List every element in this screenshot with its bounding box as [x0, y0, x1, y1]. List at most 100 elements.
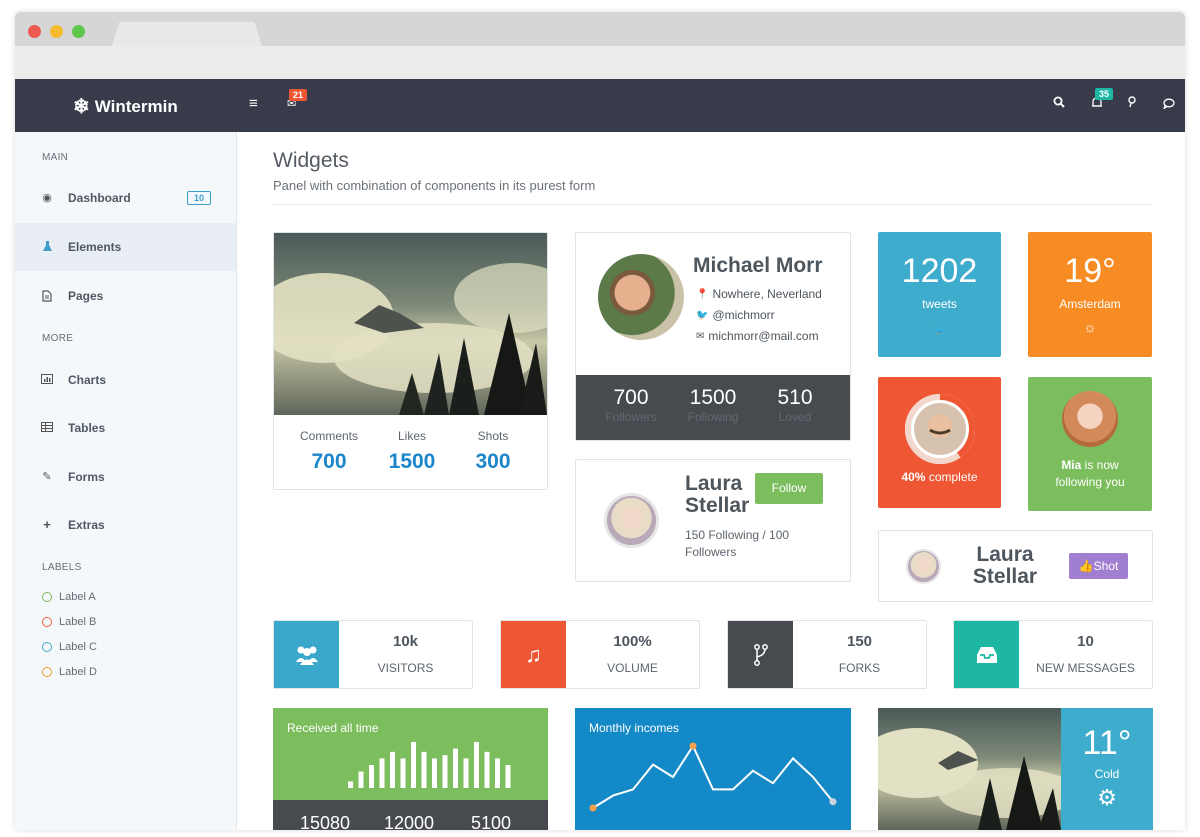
avatar [598, 254, 684, 340]
stat-label: VISITORS [377, 661, 434, 675]
received-bar [358, 771, 364, 788]
received-footer: 15080 12000 5100 [273, 800, 548, 830]
dashboard-icon: ◉ [42, 192, 52, 204]
mail-badge: 21 [289, 89, 308, 101]
shot-button[interactable]: 👍Shot [1069, 553, 1128, 579]
label-c[interactable]: Label C [42, 641, 97, 653]
received-bar [432, 758, 437, 788]
snowflake-icon: ❄ [73, 96, 90, 118]
follower-notification-tile[interactable]: Mia is now following you [1028, 377, 1152, 511]
income-line [592, 743, 834, 809]
stat-value: 100% [613, 633, 652, 650]
page-title: Widgets [273, 149, 349, 172]
label-a[interactable]: Label A [42, 591, 96, 603]
avatar [906, 549, 941, 584]
received-bar [379, 758, 385, 788]
profile-email[interactable]: ✉ michmorr@mail.com [696, 329, 819, 343]
follow-button[interactable]: Follow [755, 473, 823, 504]
thumbs-up-icon: 👍 [1078, 559, 1094, 573]
weather-city: Amsterdam [1059, 297, 1121, 311]
received-bar [453, 748, 458, 788]
forks-stat-box: 150 FORKS [727, 620, 927, 689]
weather-tile[interactable]: 19° Amsterdam ☼ [1028, 232, 1152, 357]
sidebar-item-label: Tables [68, 421, 106, 435]
stat-value: 300 [475, 450, 511, 473]
tweets-tile[interactable]: 1202 tweets 🐦 [878, 232, 1001, 357]
received-bar [474, 742, 479, 788]
received-value-1: 15080 [300, 813, 351, 830]
brand-logo[interactable]: ❄ Wintermin [73, 94, 178, 119]
stat-value: 10 [1077, 633, 1094, 650]
landscape-photo [274, 233, 547, 415]
music-icon: ♫ [501, 621, 566, 688]
map-marker-icon: 📍 [696, 288, 709, 300]
browser-tab[interactable] [112, 22, 262, 46]
laura-name-last: Stellar [685, 494, 750, 517]
received-chart-card: Received all time 15080 12000 5100 [273, 708, 548, 830]
search-icon[interactable] [1053, 96, 1065, 111]
stat-label: Comments [299, 429, 358, 443]
sidebar-item-label: Dashboard [68, 191, 131, 205]
volume-stat-box: ♫ 100% VOLUME [500, 620, 700, 689]
label-b[interactable]: Label B [42, 616, 96, 628]
address-bar[interactable] [15, 46, 1185, 79]
sidebar-item-tables[interactable]: Tables [15, 404, 236, 452]
received-bar [505, 765, 511, 788]
shot-card: Laura Stellar 👍Shot [878, 530, 1153, 602]
stat-label: FORKS [838, 661, 881, 675]
received-bar [463, 758, 469, 788]
profile-name: Michael Morr [693, 254, 823, 277]
sidebar-item-forms[interactable]: ✎ Forms [15, 453, 236, 501]
minimize-window-dot[interactable] [50, 25, 63, 38]
sidebar-item-extras[interactable]: + Extras [15, 501, 236, 549]
stat-label: Following [687, 410, 739, 424]
tweets-value: 1202 [901, 252, 978, 290]
laura-follow-meta: 150 Following / 100 Followers [685, 528, 790, 559]
flask-icon [41, 241, 53, 253]
stat-label: Likes [397, 429, 426, 443]
label-d-circle-icon [42, 667, 52, 677]
help-icon[interactable] [1127, 96, 1137, 111]
received-bar [495, 758, 500, 788]
menu-icon[interactable]: ≡ [249, 95, 258, 112]
income-point [589, 804, 597, 812]
progress-text: 40% complete [901, 470, 978, 484]
laura-shot-last: Stellar [972, 565, 1038, 588]
plus-icon: + [43, 517, 51, 532]
sidebar-item-pages[interactable]: Pages [15, 272, 236, 320]
sidebar-section-main: MAIN [42, 152, 69, 163]
received-bar [400, 758, 406, 788]
laura-shot-first: Laura [976, 543, 1034, 566]
sidebar-item-charts[interactable]: Charts [15, 356, 236, 404]
profile-stats-bar: 700 Followers 1500 Following 510 Loved [576, 375, 850, 440]
gear-icon: ⚙ [1097, 785, 1117, 810]
sidebar-section-labels: LABELS [42, 562, 82, 573]
received-value-3: 5100 [471, 813, 512, 830]
received-bar [348, 781, 353, 788]
close-window-dot[interactable] [28, 25, 41, 38]
sidebar-item-dashboard[interactable]: ◉ Dashboard 10 [15, 174, 236, 222]
browser-window: ❄ Wintermin ≡ ✉ 21 35 MAIN ◉ Dashboard 1… [15, 12, 1185, 830]
progress-tile: 40% complete [878, 377, 1001, 508]
chat-icon[interactable] [1162, 97, 1175, 112]
label-d[interactable]: Label D [42, 666, 97, 678]
received-bar [390, 751, 395, 788]
avatar [604, 493, 659, 548]
followers-stat: 700 Followers [594, 386, 668, 424]
sidebar-item-label: Charts [68, 373, 107, 387]
sidebar-item-elements[interactable]: Elements [15, 223, 236, 271]
received-bar [484, 751, 490, 788]
stat-value: 1500 [388, 450, 436, 473]
sun-icon: ☼ [1083, 319, 1097, 335]
profile-twitter[interactable]: 🐦 @michmorr [696, 308, 775, 322]
stat-value: 700 [311, 450, 347, 473]
sidebar-item-label: Extras [68, 518, 105, 532]
maximize-window-dot[interactable] [72, 25, 85, 38]
sidebar-item-label: Forms [68, 470, 105, 484]
mia-text: Mia is now following you [1055, 458, 1125, 489]
stat-value: 10k [392, 633, 419, 650]
stat-label: NEW MESSAGES [1036, 661, 1135, 675]
weather-cold-panel[interactable]: 11° Cold ⚙ [1061, 708, 1153, 830]
photo-stats-card: Comments 700 Likes 1500 Shots 300 [273, 232, 548, 490]
label-c-circle-icon [42, 642, 52, 652]
